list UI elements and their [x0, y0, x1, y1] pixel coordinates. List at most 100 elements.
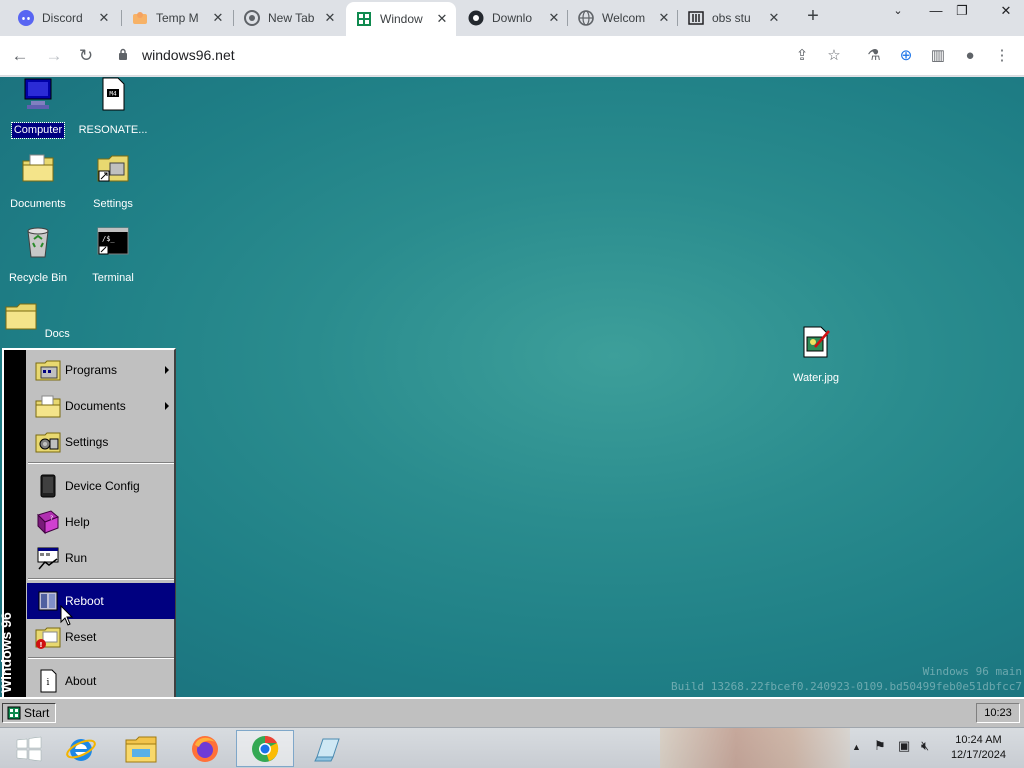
address-bar[interactable]: windows96.net: [108, 42, 848, 70]
desktop-icon-docs[interactable]: Docs: [0, 299, 76, 342]
browser-toolbar: ← → ↻ windows96.net ⇪ ☆ ⚗ ⊕ ▥ ● ⋮: [0, 36, 1024, 76]
taskbar-app-notepad[interactable]: [298, 730, 356, 767]
win96-clock[interactable]: 10:23: [976, 703, 1020, 723]
share-icon[interactable]: ⇪: [790, 44, 814, 68]
restore-button[interactable]: ❐: [946, 0, 978, 24]
menu-kebab-icon[interactable]: ⋮: [990, 44, 1014, 68]
menu-item-programs[interactable]: Programs: [27, 352, 175, 388]
tab-download[interactable]: Downlo ✕: [458, 4, 568, 32]
network-icon[interactable]: ▣: [898, 738, 910, 754]
tray-overflow-chevron-icon[interactable]: ▲: [852, 742, 861, 752]
temp-mail-icon: [132, 10, 148, 26]
windows96-icon: [356, 11, 372, 27]
taskbar-app-file-explorer[interactable]: [112, 730, 170, 767]
desktop-icon-documents[interactable]: Documents: [0, 151, 76, 212]
forward-button[interactable]: →: [42, 44, 66, 68]
close-tab-icon[interactable]: ✕: [434, 11, 450, 27]
desktop-icon-terminal[interactable]: /$_ Terminal: [75, 225, 151, 286]
close-window-button[interactable]: ✕: [990, 0, 1022, 24]
svg-text:?: ?: [50, 515, 53, 522]
close-tab-icon[interactable]: ✕: [210, 10, 226, 26]
close-tab-icon[interactable]: ✕: [96, 10, 112, 26]
tab-temp-mail[interactable]: Temp M ✕: [122, 4, 232, 32]
url-text[interactable]: windows96.net: [142, 47, 235, 63]
submenu-arrow-icon: [165, 402, 169, 410]
menu-item-device-config[interactable]: Device Config: [27, 468, 175, 504]
volume-muted-icon[interactable]: 🔇︎: [921, 738, 929, 754]
taskbar-app-internet-explorer[interactable]: [52, 730, 110, 767]
menu-item-label: Documents: [65, 399, 126, 413]
taskbar-app-chrome[interactable]: [236, 730, 294, 767]
menu-item-reboot[interactable]: Reboot: [27, 583, 175, 619]
host-clock[interactable]: 10:24 AM 12/17/2024: [951, 733, 1006, 763]
menu-item-label: Device Config: [65, 479, 140, 493]
settings-icon: [35, 432, 61, 453]
desktop-icon-recycle-bin[interactable]: Recycle Bin: [0, 225, 76, 286]
lock-icon[interactable]: [118, 48, 128, 60]
reset-icon: !: [35, 627, 61, 649]
tab-new-tab[interactable]: New Tab ✕: [234, 4, 344, 32]
close-tab-icon[interactable]: ✕: [766, 10, 782, 26]
icon-label: Docs: [44, 328, 70, 340]
labs-flask-icon[interactable]: ⚗: [862, 44, 886, 68]
documents-icon: [35, 395, 61, 418]
tab-search-chevron-icon[interactable]: ⌄: [882, 0, 914, 24]
back-button[interactable]: ←: [8, 44, 32, 68]
icon-label: RESONATE...: [78, 124, 148, 136]
menu-item-about[interactable]: i About: [27, 663, 175, 699]
close-tab-icon[interactable]: ✕: [322, 10, 338, 26]
menu-separator: [28, 657, 174, 659]
host-taskbar: ▲ ⚑ ▣ 🔇︎ 10:24 AM 12/17/2024: [0, 727, 1024, 768]
tab-obs-studio[interactable]: obs stu ✕: [678, 4, 788, 32]
about-icon: i: [40, 669, 57, 693]
desktop-icon-resonate[interactable]: M4 RESONATE...: [75, 77, 151, 138]
host-clock-date: 12/17/2024: [950, 749, 1006, 761]
action-center-flag-icon[interactable]: ⚑: [874, 738, 886, 754]
tab-windows96[interactable]: Window ✕: [346, 2, 456, 36]
run-icon: [37, 547, 59, 570]
recycle-bin-icon: [27, 227, 49, 258]
desktop-icon-settings[interactable]: Settings: [75, 151, 151, 212]
build-watermark-version: Build 13268.22fbcef0.240923-0109.bd50499…: [671, 680, 1022, 693]
start-button[interactable]: Start: [2, 703, 56, 723]
profile-avatar-icon[interactable]: ●: [958, 44, 982, 68]
windows96-logo-icon: [7, 706, 21, 720]
browser-tabstrip: Discord ✕ Temp M ✕ New Tab ✕ Window ✕ Do…: [0, 0, 1024, 36]
menu-item-help[interactable]: ? Help: [27, 504, 175, 540]
svg-text:M4: M4: [109, 91, 117, 98]
reboot-icon: [38, 591, 58, 611]
start-menu-brand: Windows 96: [0, 612, 14, 693]
svg-text:i: i: [47, 678, 50, 688]
download-icon[interactable]: ⊕: [894, 44, 918, 68]
computer-icon: [24, 78, 52, 109]
menu-item-reset[interactable]: ! Reset: [27, 619, 175, 655]
menu-item-run[interactable]: Run: [27, 540, 175, 576]
reload-button[interactable]: ↻: [74, 44, 98, 68]
bookmark-star-icon[interactable]: ☆: [822, 44, 846, 68]
menu-item-label: Help: [65, 515, 90, 529]
side-panel-icon[interactable]: ▥: [926, 44, 950, 68]
new-tab-button[interactable]: +: [800, 5, 826, 29]
menu-item-label: About: [65, 674, 97, 688]
archive-icon: [688, 10, 704, 26]
desktop-icon-water-jpg[interactable]: Water.jpg: [778, 325, 854, 386]
tab-welcome[interactable]: Welcom ✕: [568, 4, 678, 32]
desktop-icon-computer[interactable]: Computer: [0, 77, 76, 139]
start-label: Start: [24, 706, 50, 720]
close-tab-icon[interactable]: ✕: [546, 10, 562, 26]
chrome-icon: [244, 10, 260, 26]
close-tab-icon[interactable]: ✕: [656, 10, 672, 26]
menu-separator: [28, 462, 174, 464]
menu-item-settings[interactable]: Settings: [27, 424, 175, 460]
discord-icon: [18, 10, 34, 26]
menu-item-documents[interactable]: Documents: [27, 388, 175, 424]
taskbar-app-firefox[interactable]: [176, 730, 234, 767]
icon-label: Settings: [93, 198, 133, 210]
menu-item-label: Reset: [65, 630, 97, 644]
host-start-button[interactable]: [0, 730, 58, 767]
image-file-icon: [803, 326, 830, 358]
tab-label: Discord: [42, 11, 83, 25]
settings-icon: [97, 155, 129, 182]
tab-label: Window: [380, 12, 423, 26]
tab-discord[interactable]: Discord ✕: [8, 4, 118, 32]
